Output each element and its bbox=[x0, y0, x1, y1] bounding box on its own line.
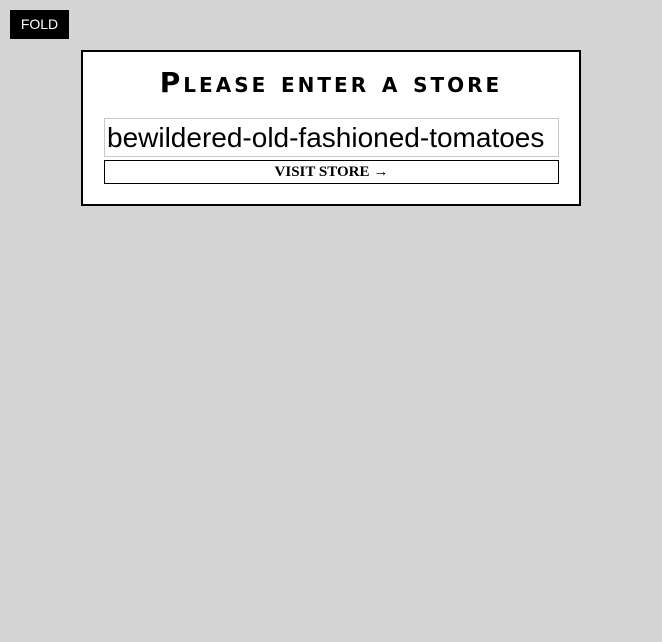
visit-store-button[interactable]: VISIT STORE → bbox=[104, 160, 559, 184]
fold-button[interactable]: FOLD bbox=[10, 10, 69, 39]
arrow-right-icon: → bbox=[373, 164, 389, 180]
store-input[interactable] bbox=[104, 118, 559, 157]
page: FOLD Please enter a store VISIT STORE→ bbox=[0, 0, 662, 642]
store-card: Please enter a store VISIT STORE→ bbox=[81, 50, 581, 206]
card-title: Please enter a store bbox=[159, 66, 503, 99]
visit-store-label: VISIT STORE bbox=[274, 164, 370, 180]
